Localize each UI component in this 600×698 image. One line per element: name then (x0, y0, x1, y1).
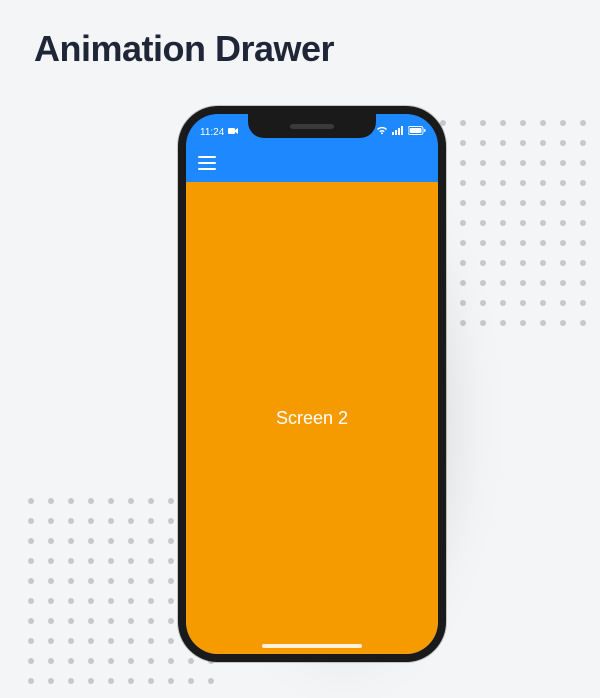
phone-screen: 11:24 Screen (186, 114, 438, 654)
camera-icon (228, 127, 238, 138)
home-indicator[interactable] (262, 644, 362, 648)
battery-icon (408, 126, 426, 138)
page-title: Animation Drawer (34, 28, 334, 70)
signal-icon (392, 126, 404, 138)
status-time: 11:24 (200, 127, 224, 138)
screen-label: Screen 2 (276, 408, 348, 429)
menu-icon[interactable] (198, 156, 216, 170)
notch-speaker (290, 124, 334, 129)
status-left: 11:24 (200, 127, 238, 138)
phone-mockup: 11:24 Screen (178, 106, 446, 662)
status-right (376, 126, 426, 138)
screen-content[interactable]: Screen 2 (186, 182, 438, 654)
app-bar (186, 144, 438, 182)
phone-notch (248, 114, 376, 138)
wifi-icon (376, 126, 388, 138)
